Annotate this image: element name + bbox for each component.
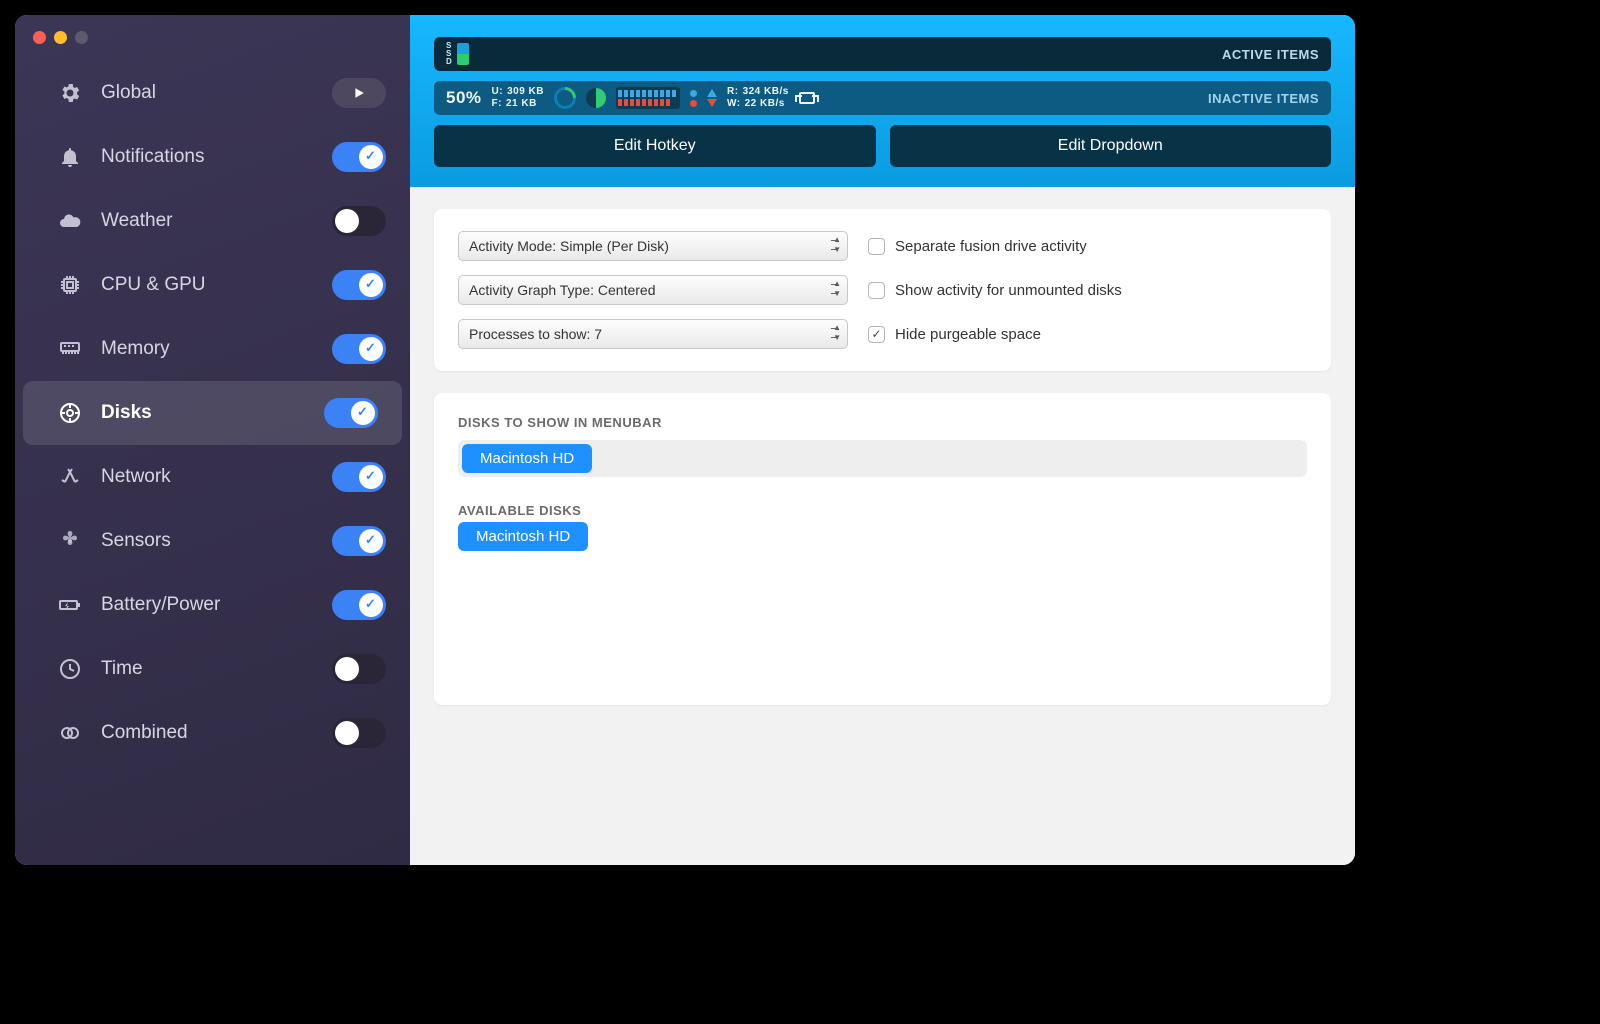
sidebar-item-notifications[interactable]: Notifications: [15, 125, 410, 189]
down-triangle-icon: [707, 99, 717, 107]
sidebar-item-time[interactable]: Time: [15, 637, 410, 701]
disks-card: DISKS TO SHOW IN MENUBAR Macintosh HD AV…: [434, 393, 1331, 705]
maximize-icon[interactable]: [75, 31, 88, 44]
sidebar-item-label: Global: [101, 82, 314, 104]
sidebar-item-combined[interactable]: Combined: [15, 701, 410, 765]
sidebar-item-memory[interactable]: Memory: [15, 317, 410, 381]
gear-icon: [57, 80, 83, 106]
minimize-icon[interactable]: [54, 31, 67, 44]
bell-icon: [57, 144, 83, 170]
available-disk-chip[interactable]: Macintosh HD: [458, 522, 588, 551]
read-write-widget: R:324 KB/s W:22 KB/s: [727, 86, 789, 110]
fan-icon: [57, 528, 83, 554]
rings-icon: [57, 720, 83, 746]
hide-purgeable-checkbox[interactable]: ✓ Hide purgeable space: [868, 326, 1041, 343]
toggle-sensors[interactable]: [332, 526, 386, 556]
sidebar-item-label: CPU & GPU: [101, 274, 314, 296]
sidebar-item-label: Memory: [101, 338, 314, 360]
toggle-notifications[interactable]: [332, 142, 386, 172]
stepper-icon: ▲▼: [833, 280, 841, 298]
edit-hotkey-button[interactable]: Edit Hotkey: [434, 125, 876, 167]
ssd-widget[interactable]: SSD: [446, 42, 469, 66]
sidebar-item-label: Time: [101, 658, 314, 680]
menubar-disk-chip[interactable]: Macintosh HD: [462, 444, 592, 473]
sidebar-item-weather[interactable]: Weather: [15, 189, 410, 253]
disk-usage-mini-icon: [457, 43, 469, 65]
active-items-label: ACTIVE ITEMS: [1222, 47, 1319, 62]
sidebar-item-global[interactable]: Global: [15, 61, 410, 125]
toggle-cpu-gpu[interactable]: [332, 270, 386, 300]
toggle-disks[interactable]: [324, 398, 378, 428]
stepper-icon: ▲▼: [833, 324, 841, 342]
sidebar-item-label: Notifications: [101, 146, 314, 168]
gauge-icon: [549, 82, 580, 113]
stepper-icon: ▲▼: [833, 236, 841, 254]
pie-icon: [586, 88, 606, 108]
toggle-weather[interactable]: [332, 206, 386, 236]
hero-panel: SSD ACTIVE ITEMS 50% U:309 KB F:21 KB: [410, 15, 1355, 187]
graph-type-select[interactable]: Activity Graph Type: Centered ▲▼: [458, 275, 848, 305]
battery-icon: [57, 592, 83, 618]
sidebar-item-label: Sensors: [101, 530, 314, 552]
sidebar-item-label: Weather: [101, 210, 314, 232]
menubar-chip-row[interactable]: Macintosh HD: [458, 440, 1307, 477]
up-triangle-icon: [707, 89, 717, 97]
red-dot-icon: [690, 100, 697, 107]
sidebar-item-disks[interactable]: Disks: [23, 381, 402, 445]
available-section-title: AVAILABLE DISKS: [458, 503, 1307, 518]
processes-value: Processes to show: 7: [469, 326, 602, 342]
chip-icon: [57, 272, 83, 298]
memory-icon: [57, 336, 83, 362]
sidebar-item-label: Disks: [101, 402, 306, 424]
expand-icon: [799, 92, 815, 104]
sidebar-item-label: Combined: [101, 722, 314, 744]
preferences-window: Global Notifications Weather CPU & GPU Memor…: [15, 15, 1355, 865]
activity-mode-select[interactable]: Activity Mode: Simple (Per Disk) ▲▼: [458, 231, 848, 261]
window-controls: [33, 31, 88, 44]
activity-bars-icon: [616, 87, 680, 109]
inactive-items-label: INACTIVE ITEMS: [1208, 91, 1319, 106]
arrows-icon: [57, 464, 83, 490]
edit-dropdown-button[interactable]: Edit Dropdown: [890, 125, 1332, 167]
toggle-battery-power[interactable]: [332, 590, 386, 620]
active-items-bar[interactable]: SSD ACTIVE ITEMS: [434, 37, 1331, 71]
main-content: SSD ACTIVE ITEMS 50% U:309 KB F:21 KB: [410, 15, 1355, 865]
cloud-icon: [57, 208, 83, 234]
separate-fusion-checkbox[interactable]: Separate fusion drive activity: [868, 238, 1087, 255]
sidebar-item-label: Network: [101, 466, 314, 488]
settings-card: Activity Mode: Simple (Per Disk) ▲▼ Sepa…: [434, 209, 1331, 371]
toggle-combined[interactable]: [332, 718, 386, 748]
inactive-items-bar[interactable]: 50% U:309 KB F:21 KB: [434, 81, 1331, 115]
used-free-widget: U:309 KB F:21 KB: [492, 86, 544, 110]
close-icon[interactable]: [33, 31, 46, 44]
processes-select[interactable]: Processes to show: 7 ▲▼: [458, 319, 848, 349]
toggle-network[interactable]: [332, 462, 386, 492]
menubar-section-title: DISKS TO SHOW IN MENUBAR: [458, 415, 1307, 430]
clock-icon: [57, 656, 83, 682]
activity-mode-value: Activity Mode: Simple (Per Disk): [469, 238, 669, 254]
sidebar-item-network[interactable]: Network: [15, 445, 410, 509]
disc-icon: [57, 400, 83, 426]
toggle-time[interactable]: [332, 654, 386, 684]
play-button[interactable]: [332, 78, 386, 108]
sidebar-item-cpu-gpu[interactable]: CPU & GPU: [15, 253, 410, 317]
sidebar-item-battery-power[interactable]: Battery/Power: [15, 573, 410, 637]
graph-type-value: Activity Graph Type: Centered: [469, 282, 656, 298]
show-unmounted-checkbox[interactable]: Show activity for unmounted disks: [868, 282, 1122, 299]
disk-usage-percent: 50%: [446, 88, 482, 108]
blue-dot-icon: [690, 90, 697, 97]
sidebar-item-label: Battery/Power: [101, 594, 314, 616]
toggle-memory[interactable]: [332, 334, 386, 364]
sidebar-item-sensors[interactable]: Sensors: [15, 509, 410, 573]
sidebar: Global Notifications Weather CPU & GPU Memor…: [15, 15, 410, 865]
